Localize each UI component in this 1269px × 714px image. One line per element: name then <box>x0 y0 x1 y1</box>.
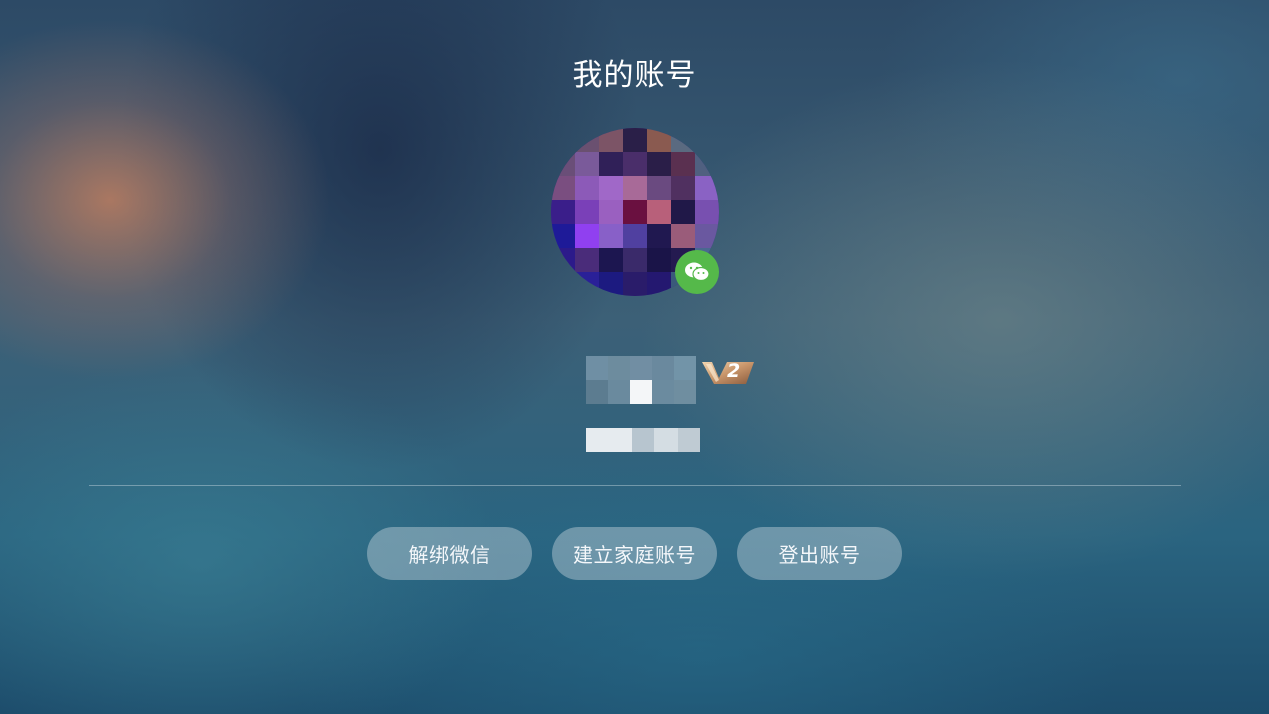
vip-badge: 2 <box>700 358 756 386</box>
create-family-account-button[interactable]: 建立家庭账号 <box>552 527 717 580</box>
page-title: 我的账号 <box>572 58 697 93</box>
unbind-wechat-button[interactable]: 解绑微信 <box>367 527 532 580</box>
nickname-redacted <box>586 356 698 404</box>
action-bar: 解绑微信 建立家庭账号 登出账号 <box>367 527 902 580</box>
divider <box>89 485 1181 486</box>
wechat-icon <box>675 250 719 294</box>
vip-level-text: 2 <box>727 360 741 382</box>
account-id-redacted <box>586 428 700 452</box>
logout-button[interactable]: 登出账号 <box>737 527 902 580</box>
avatar[interactable] <box>551 128 719 296</box>
